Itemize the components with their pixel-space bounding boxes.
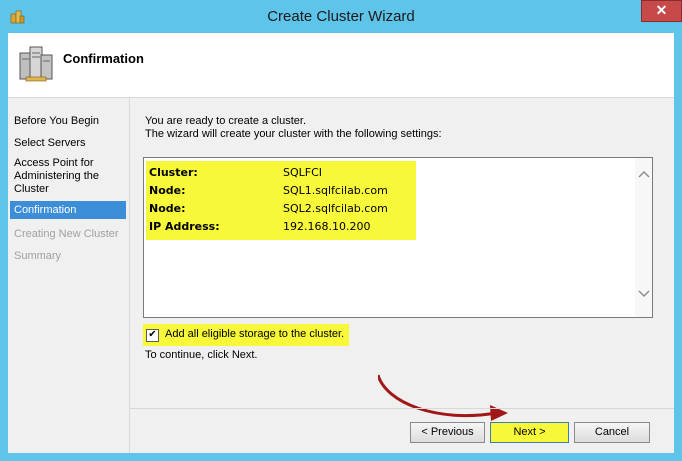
setting-key: IP Address: <box>149 220 220 233</box>
intro-line-2: The wizard will create your cluster with… <box>145 128 442 140</box>
window-title: Create Cluster Wizard <box>267 8 415 25</box>
settings-summary-box[interactable]: Cluster: SQLFCI Node: SQL1.sqlfcilab.com… <box>143 157 653 318</box>
wizard-main-panel: You are ready to create a cluster. The w… <box>130 98 674 408</box>
step-confirmation[interactable]: Confirmation <box>10 201 126 219</box>
continue-instruction: To continue, click Next. <box>145 349 258 361</box>
close-button[interactable]: ✕ <box>641 0 682 22</box>
cluster-servers-icon <box>19 46 53 82</box>
setting-key: Cluster: <box>149 166 198 179</box>
page-title: Confirmation <box>63 51 144 66</box>
add-storage-label[interactable]: Add all eligible storage to the cluster. <box>165 328 344 340</box>
intro-text: You are ready to create a cluster. The w… <box>145 115 442 141</box>
previous-button[interactable]: < Previous <box>410 422 485 443</box>
step-access-point[interactable]: Access Point for Administering the Clust… <box>10 157 126 196</box>
setting-value: 192.168.10.200 <box>283 220 371 233</box>
setting-key: Node: <box>149 202 186 215</box>
cancel-button[interactable]: Cancel <box>574 422 650 443</box>
add-storage-checkbox[interactable]: ✔ <box>146 329 159 342</box>
title-bar[interactable]: Create Cluster Wizard ✕ <box>0 0 682 35</box>
wizard-client-area: Confirmation Before You Begin Select Ser… <box>8 33 674 453</box>
wizard-footer: < Previous Next > Cancel <box>130 408 674 454</box>
add-storage-option[interactable]: ✔ Add all eligible storage to the cluste… <box>143 324 349 346</box>
step-select-servers[interactable]: Select Servers <box>10 137 126 150</box>
scroll-down-icon[interactable] <box>638 290 650 298</box>
step-before-you-begin[interactable]: Before You Begin <box>10 115 126 128</box>
checkmark-icon: ✔ <box>148 329 157 340</box>
close-icon: ✕ <box>655 2 668 18</box>
scroll-up-icon[interactable] <box>638 170 650 178</box>
vertical-scrollbar[interactable] <box>635 158 652 317</box>
step-summary: Summary <box>14 250 62 262</box>
setting-value: SQL2.sqlfcilab.com <box>283 202 388 215</box>
intro-line-1: You are ready to create a cluster. <box>145 115 307 127</box>
step-creating-new-cluster: Creating New Cluster <box>14 228 119 240</box>
wizard-header: Confirmation <box>8 33 674 98</box>
wizard-steps-nav: Before You Begin Select Servers Access P… <box>8 98 130 453</box>
setting-value: SQLFCI <box>283 166 323 179</box>
next-button[interactable]: Next > <box>490 422 569 443</box>
setting-key: Node: <box>149 184 186 197</box>
wizard-window: Create Cluster Wizard ✕ Confirmation Bef… <box>0 0 682 461</box>
setting-value: SQL1.sqlfcilab.com <box>283 184 388 197</box>
